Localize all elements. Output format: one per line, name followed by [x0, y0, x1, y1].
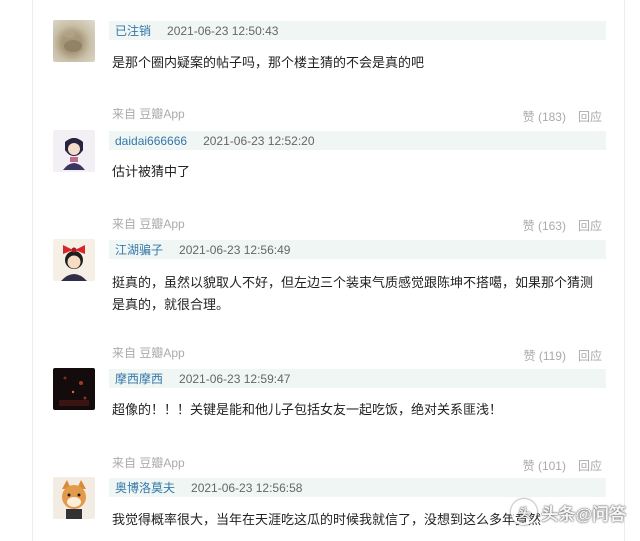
dark-night-icon [59, 376, 89, 406]
reply-button[interactable]: 回应 [578, 457, 602, 474]
watermark: 头 头条@问答 [511, 499, 626, 525]
comment-source: 来自 豆瓣App [112, 456, 185, 470]
like-button[interactable]: 赞 (101) [523, 457, 566, 474]
toutiao-logo-icon: 头 [511, 499, 538, 525]
comment-header: 奥博洛莫夫 2021-06-23 12:56:58 [109, 478, 606, 497]
avatar[interactable] [53, 368, 95, 410]
comment-actions: 赞 (119) 回应 [524, 347, 602, 364]
comment-source: 来自 豆瓣App [112, 107, 185, 121]
reply-button[interactable]: 回应 [578, 347, 602, 364]
comment-actions: 赞 (183) 回应 [523, 108, 602, 125]
comment-time: 2021-06-23 12:52:20 [203, 133, 315, 148]
left-divider [32, 0, 33, 541]
kiki-icon [61, 245, 87, 281]
like-button[interactable]: 赞 (163) [523, 217, 566, 234]
comment-source: 来自 豆瓣App [112, 217, 185, 231]
girl-cartoon-icon [63, 138, 85, 170]
comment-time: 2021-06-23 12:50:43 [167, 23, 279, 38]
right-divider [624, 0, 625, 541]
avatar[interactable] [53, 130, 95, 172]
comment-text: 挺真的，虽然以貌取人不好，但左边三个装束气质感觉跟陈坤不搭噶，如果那个猜测是真的… [112, 275, 594, 312]
avatar[interactable] [53, 239, 95, 281]
username-link[interactable]: daidai666666 [115, 134, 187, 148]
blurred-avatar-icon [63, 30, 82, 52]
like-button[interactable]: 赞 (119) [524, 347, 566, 364]
comment-list-page: 已注销 2021-06-23 12:50:43 是那个圈内疑案的帖子吗，那个楼主… [0, 0, 640, 541]
avatar[interactable] [53, 477, 95, 519]
username-link[interactable]: 奥博洛莫夫 [115, 479, 175, 496]
comment-header: 已注销 2021-06-23 12:50:43 [109, 21, 606, 40]
shiba-dog-icon [62, 480, 86, 519]
username-link[interactable]: 已注销 [115, 22, 151, 39]
reply-button[interactable]: 回应 [578, 217, 602, 234]
comment-time: 2021-06-23 12:59:47 [179, 371, 291, 386]
comment-text: 估计被猜中了 [112, 164, 191, 179]
username-link[interactable]: 摩西摩西 [115, 370, 163, 387]
comment-source: 来自 豆瓣App [112, 346, 185, 360]
avatar[interactable] [53, 20, 95, 62]
like-button[interactable]: 赞 (183) [523, 108, 566, 125]
comment-header: 摩西摩西 2021-06-23 12:59:47 [109, 369, 606, 388]
reply-button[interactable]: 回应 [578, 108, 602, 125]
comment-actions: 赞 (101) 回应 [523, 457, 602, 474]
comment-text: 是那个圈内疑案的帖子吗，那个楼主猜的不会是真的吧 [112, 55, 425, 70]
comment-text: 超像的！！！关键是能和他儿子包括女友一起吃饭，绝对关系匪浅！ [112, 402, 503, 417]
comment-actions: 赞 (163) 回应 [523, 217, 602, 234]
comment-header: daidai666666 2021-06-23 12:52:20 [109, 131, 606, 150]
comment-time: 2021-06-23 12:56:58 [191, 480, 303, 495]
comment-header: 江湖骗子 2021-06-23 12:56:49 [109, 240, 606, 259]
watermark-text: 头条@问答 [541, 504, 626, 524]
comment-time: 2021-06-23 12:56:49 [179, 242, 291, 257]
username-link[interactable]: 江湖骗子 [115, 241, 163, 258]
